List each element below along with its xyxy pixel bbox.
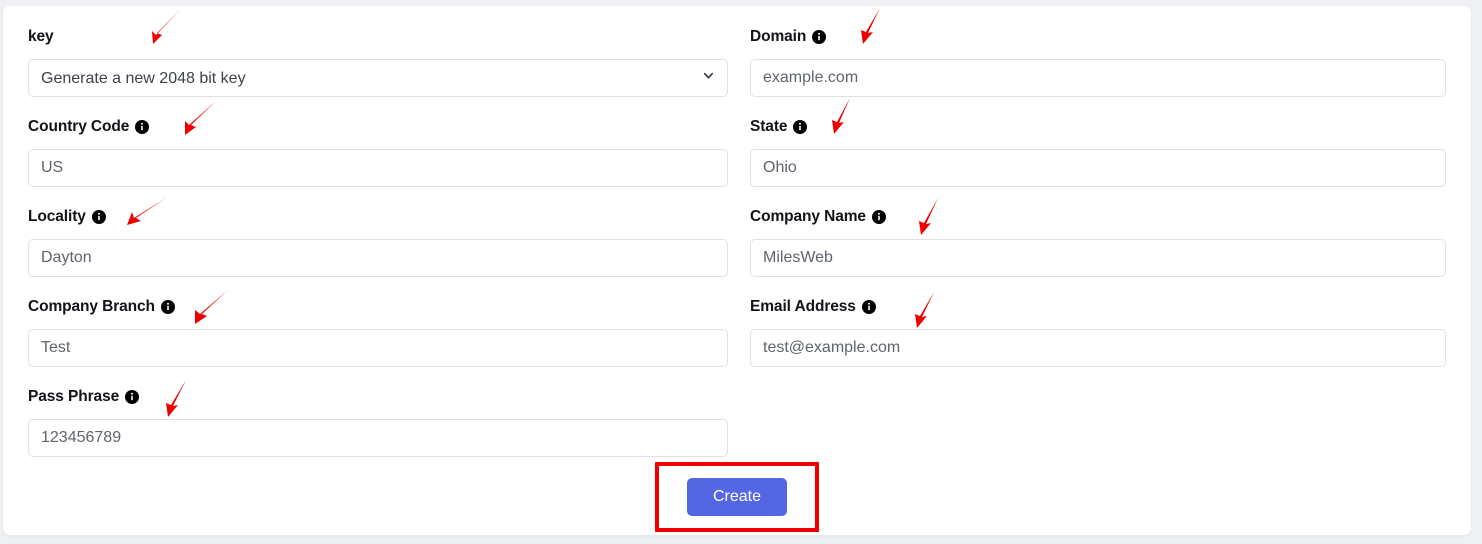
label-company-branch: Company Branch [28,296,728,318]
info-icon[interactable] [812,30,827,44]
email-address-input-wrapper [750,329,1446,367]
label-key-text: key [28,28,54,45]
field-company-name: Company Name [750,206,1446,296]
info-icon[interactable] [861,300,876,314]
label-country-code-text: Country Code [28,118,130,135]
field-locality: Locality [28,206,728,296]
info-icon[interactable] [793,120,808,134]
info-icon[interactable] [91,210,106,224]
label-state-text: State [750,118,788,135]
label-company-name: Company Name [750,206,1446,228]
field-key: key Generate a new 2048 bit key [28,26,728,116]
company-branch-input[interactable] [28,329,728,367]
label-pass-phrase-text: Pass Phrase [28,388,120,405]
locality-input-wrapper [28,239,728,277]
locality-input[interactable] [28,239,728,277]
field-domain: Domain [750,26,1446,116]
ssl-generate-card: key Generate a new 2048 bit key Domain e… [3,6,1471,535]
pass-phrase-input-wrapper [28,419,728,457]
label-company-branch-text: Company Branch [28,298,155,315]
label-key: key [28,26,728,48]
company-name-input-wrapper [750,239,1446,277]
form-actions: Create [3,462,1471,532]
field-email-address: Email Address [750,296,1446,386]
label-company-name-text: Company Name [750,208,866,225]
page-root: key Generate a new 2048 bit key Domain e… [0,0,1482,544]
company-name-input[interactable] [750,239,1446,277]
country-code-input[interactable] [28,149,728,187]
pass-phrase-input[interactable] [28,419,728,457]
company-branch-input-wrapper [28,329,728,367]
state-input-wrapper [750,149,1446,187]
label-locality-text: Locality [28,208,86,225]
domain-input-wrapper [750,59,1446,97]
info-icon[interactable] [160,300,175,314]
create-button-highlight: Create [654,462,820,532]
label-locality: Locality [28,206,728,228]
label-email-address: Email Address [750,296,1446,318]
label-domain: Domain [750,26,1446,48]
info-icon[interactable] [135,120,150,134]
field-company-branch: Company Branch [28,296,728,386]
label-country-code: Country Code [28,116,728,138]
label-domain-text: Domain [750,28,807,45]
create-button[interactable]: Create [686,478,788,516]
state-input[interactable] [750,149,1446,187]
email-address-input[interactable] [750,329,1446,367]
country-code-input-wrapper [28,149,728,187]
field-country-code: Country Code [28,116,728,206]
key-select[interactable]: Generate a new 2048 bit key [28,59,728,97]
domain-input[interactable] [750,59,1446,97]
label-email-address-text: Email Address [750,298,856,315]
certificate-form: key Generate a new 2048 bit key Domain e… [3,6,1471,476]
label-pass-phrase: Pass Phrase [28,386,728,408]
field-state: State [750,116,1446,206]
label-state: State [750,116,1446,138]
info-icon[interactable] [125,390,140,404]
key-select-wrapper[interactable]: Generate a new 2048 bit key [28,59,728,97]
info-icon[interactable] [871,210,886,224]
